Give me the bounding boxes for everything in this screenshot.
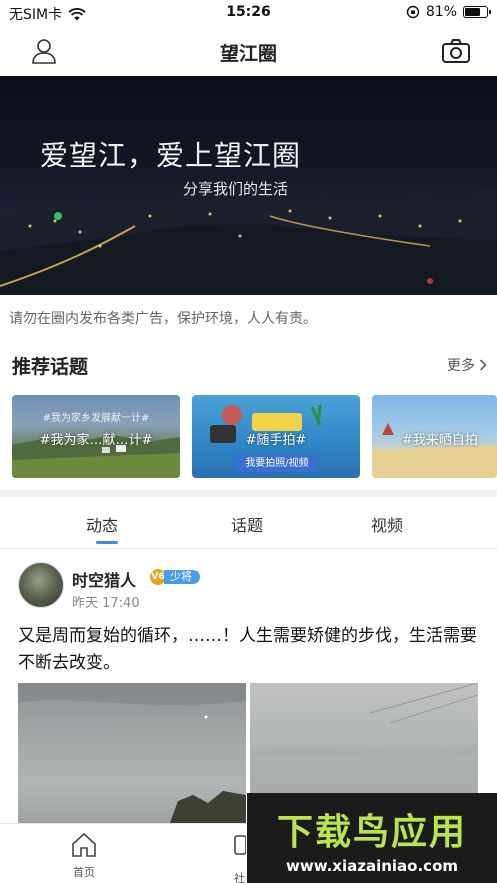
nav-social-label: 社 (234, 872, 245, 883)
watermark: 下载鸟应用 www.xiazainiao.com (247, 793, 497, 883)
topic-card[interactable]: #我来晒自拍 (372, 395, 497, 478)
battery-fill (465, 8, 481, 16)
notice-text: 请勿在圈内发布各类广告，保护环境，人人有责。 (9, 311, 317, 327)
post-author[interactable]: 时空猎人 (72, 567, 136, 591)
battery-percent: 81% (425, 4, 457, 20)
app-title: 望江圈 (219, 43, 277, 65)
chevron-right-icon (479, 359, 487, 371)
tab-video[interactable]: 视频 (371, 512, 403, 536)
banner-subline: 分享我们的生活 (183, 180, 289, 198)
orientation-lock-icon (406, 5, 420, 19)
status-right: 81% (406, 4, 491, 20)
level-badge: V6 少将 (150, 569, 200, 585)
cloudy-sky-photo (18, 683, 246, 828)
active-tab-indicator (96, 541, 118, 544)
status-bar: 无SIM卡 15:26 81% (0, 0, 497, 26)
watermark-url: www.xiazainiao.com (285, 857, 459, 875)
more-label: 更多 (447, 358, 475, 374)
post-photo[interactable] (18, 683, 246, 828)
topics-more-link[interactable]: 更多 (447, 355, 487, 375)
nav-bar: 望江圈 (0, 26, 497, 76)
nav-home[interactable]: 首页 (62, 832, 106, 880)
topic-card-label: #我为家…献…计# (39, 433, 153, 448)
tab-topics[interactable]: 话题 (231, 512, 263, 536)
post-time: 昨天 17:40 (72, 596, 140, 611)
avatar[interactable] (18, 562, 64, 608)
social-icon (234, 835, 247, 855)
home-icon (72, 832, 96, 857)
topic-card-label: #我来晒自拍 (402, 433, 478, 448)
banner-headline: 爱望江，爱上望江圈 (40, 139, 302, 172)
watermark-title: 下载鸟应用 (276, 812, 467, 853)
post-text[interactable]: 又是周而复始的循环，……！人生需要矫健的步伐，生活需要不断去改变。 (18, 623, 478, 677)
banner[interactable]: 爱望江，爱上望江圈 分享我们的生活 (0, 76, 497, 295)
topic-card-label: #随手拍# (245, 433, 307, 448)
nav-home-label: 首页 (73, 866, 95, 879)
topic-card-subtitle: #我为家乡发展献一计# (42, 413, 150, 424)
topics-section-title: 推荐话题 (12, 356, 89, 378)
section-divider (0, 490, 497, 497)
rank-label: 少将 (164, 570, 200, 584)
camera-icon[interactable] (441, 38, 471, 64)
battery-icon (463, 6, 491, 18)
tab-feed[interactable]: 动态 (86, 512, 118, 536)
topic-card[interactable]: #我为家乡发展献一计# #我为家…献…计# (12, 395, 180, 478)
feed-tabs: 动态 话题 视频 (0, 497, 497, 549)
topic-card[interactable]: #随手拍# 我要拍照/视频 (192, 395, 360, 478)
take-photo-button[interactable]: 我要拍照/视频 (236, 455, 318, 472)
